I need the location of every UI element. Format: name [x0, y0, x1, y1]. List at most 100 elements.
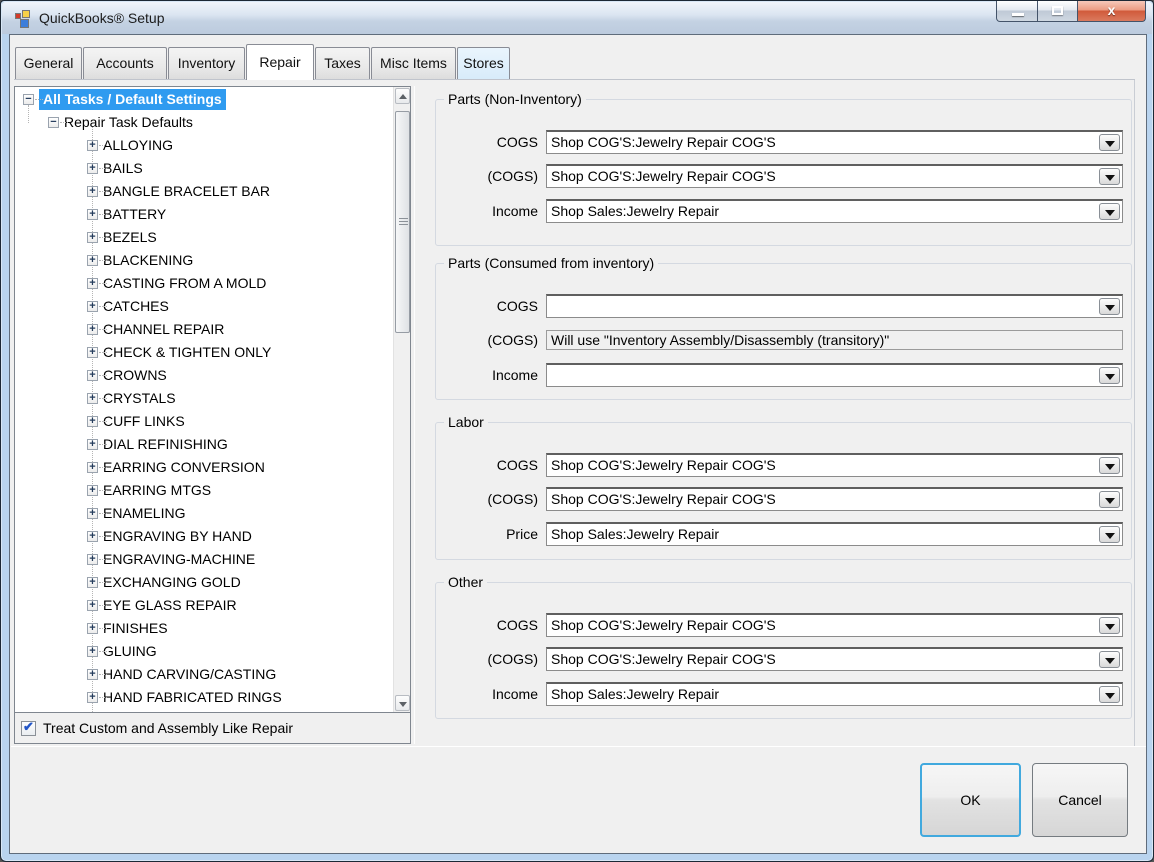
- check-icon: ✔: [23, 719, 34, 735]
- other-cogs-combobox[interactable]: Shop COG'S:Jewelry Repair COG'S: [546, 613, 1123, 637]
- scrollbar-thumb[interactable]: [395, 111, 410, 333]
- parts-consumed-from-inventory-income-combobox[interactable]: [546, 363, 1123, 387]
- expand-icon[interactable]: +: [87, 669, 98, 680]
- tab-taxes[interactable]: Taxes: [315, 47, 370, 80]
- tree-item-earring-mtgs[interactable]: + EARRING MTGS: [15, 479, 410, 502]
- dropdown-button[interactable]: [1099, 686, 1120, 703]
- tree-item-bails[interactable]: +BAILS: [15, 157, 410, 180]
- dropdown-button[interactable]: [1099, 617, 1120, 634]
- tree-item-exchanging-gold[interactable]: +EXCHANGING GOLD: [15, 571, 410, 594]
- tree-item-crystals[interactable]: +CRYSTALS: [15, 387, 410, 410]
- tree-scrollbar[interactable]: [393, 87, 410, 712]
- expand-icon[interactable]: +: [87, 393, 98, 404]
- expand-icon[interactable]: +: [87, 600, 98, 611]
- expand-icon[interactable]: +: [87, 462, 98, 473]
- dropdown-button[interactable]: [1099, 298, 1120, 315]
- tree-item-alloying[interactable]: +ALLOYING: [15, 134, 410, 157]
- expand-icon[interactable]: +: [87, 485, 98, 496]
- tree-item-crowns[interactable]: +CROWNS: [15, 364, 410, 387]
- expand-icon[interactable]: +: [87, 301, 98, 312]
- tree-item-label: EARRING MTGS: [103, 479, 211, 502]
- tree-item-casting-from-a-mold[interactable]: +CASTING FROM A MOLD: [15, 272, 410, 295]
- tree-item-hand-fabricated-rings[interactable]: +HAND FABRICATED RINGS: [15, 686, 410, 709]
- expand-icon[interactable]: +: [87, 324, 98, 335]
- expand-icon[interactable]: +: [87, 554, 98, 565]
- labor-cogs-combobox[interactable]: Shop COG'S:Jewelry Repair COG'S: [546, 487, 1123, 511]
- dropdown-button[interactable]: [1099, 134, 1120, 151]
- tree-item-blackening[interactable]: +BLACKENING: [15, 249, 410, 272]
- expand-icon[interactable]: +: [87, 508, 98, 519]
- other-cogs-combobox[interactable]: Shop COG'S:Jewelry Repair COG'S: [546, 647, 1123, 671]
- dropdown-button[interactable]: [1099, 203, 1120, 220]
- tree-item-eye-glass-repair[interactable]: +EYE GLASS REPAIR: [15, 594, 410, 617]
- parts-consumed-from-inventory-cogs-combobox[interactable]: [546, 294, 1123, 318]
- treat-custom-checkbox[interactable]: ✔: [21, 721, 36, 736]
- ok-button[interactable]: OK: [920, 763, 1021, 837]
- expand-icon[interactable]: +: [87, 186, 98, 197]
- dropdown-button[interactable]: [1099, 526, 1120, 543]
- tree-item-battery[interactable]: + BATTERY: [15, 203, 410, 226]
- tab-misc-items[interactable]: Misc Items: [371, 47, 456, 80]
- labor-price-combobox[interactable]: Shop Sales:Jewelry Repair: [546, 522, 1123, 546]
- tree-item-bangle-bracelet-bar[interactable]: +BANGLE BRACELET BAR: [15, 180, 410, 203]
- tree-item-channel-repair[interactable]: +CHANNEL REPAIR: [15, 318, 410, 341]
- tree-item-engraving-machine[interactable]: +ENGRAVING-MACHINE: [15, 548, 410, 571]
- dropdown-button[interactable]: [1099, 367, 1120, 384]
- quickbooks-setup-window: QuickBooks® Setup x GeneralAccountsInven…: [0, 0, 1154, 862]
- expand-icon[interactable]: +: [87, 439, 98, 450]
- scroll-down-button[interactable]: [395, 695, 410, 711]
- tree-item-repair-task-defaults[interactable]: −Repair Task Defaults: [15, 111, 410, 134]
- tab-accounts[interactable]: Accounts: [83, 47, 167, 80]
- labor-cogs-combobox[interactable]: Shop COG'S:Jewelry Repair COG'S: [546, 453, 1123, 477]
- parts-non-inventory-income-combobox[interactable]: Shop Sales:Jewelry Repair: [546, 199, 1123, 223]
- expand-icon[interactable]: +: [87, 163, 98, 174]
- tree-item-bezels[interactable]: +BEZELS: [15, 226, 410, 249]
- expand-icon[interactable]: +: [87, 531, 98, 542]
- tree-item-label: DIAL REFINISHING: [103, 433, 228, 456]
- tree-item-finishes[interactable]: +FINISHES: [15, 617, 410, 640]
- expand-icon[interactable]: +: [87, 140, 98, 151]
- tree-item-enameling[interactable]: +ENAMELING: [15, 502, 410, 525]
- tree-item-label: BATTERY: [103, 203, 166, 226]
- expand-icon[interactable]: +: [87, 370, 98, 381]
- tree-item-catches[interactable]: +CATCHES: [15, 295, 410, 318]
- expand-icon[interactable]: +: [87, 255, 98, 266]
- dropdown-button[interactable]: [1099, 168, 1120, 185]
- expand-icon[interactable]: +: [87, 416, 98, 427]
- collapse-icon[interactable]: −: [48, 117, 59, 128]
- expand-icon[interactable]: +: [87, 278, 98, 289]
- other-income-combobox[interactable]: Shop Sales:Jewelry Repair: [546, 682, 1123, 706]
- task-tree[interactable]: −All Tasks / Default Settings−Repair Tas…: [15, 87, 410, 712]
- collapse-icon[interactable]: −: [23, 94, 34, 105]
- cancel-button[interactable]: Cancel: [1032, 763, 1128, 837]
- dropdown-button[interactable]: [1099, 651, 1120, 668]
- tree-item-dial-refinishing[interactable]: + DIAL REFINISHING: [15, 433, 410, 456]
- parts-non-inventory-cogs-combobox[interactable]: Shop COG'S:Jewelry Repair COG'S: [546, 164, 1123, 188]
- tree-item-earring-conversion[interactable]: +EARRING CONVERSION: [15, 456, 410, 479]
- tree-item-engraving-by-hand[interactable]: +ENGRAVING BY HAND: [15, 525, 410, 548]
- tree-item-check-tighten-only[interactable]: +CHECK & TIGHTEN ONLY: [15, 341, 410, 364]
- tab-general[interactable]: General: [15, 47, 82, 80]
- tab-stores[interactable]: Stores: [457, 47, 510, 80]
- expand-icon[interactable]: +: [87, 692, 98, 703]
- scroll-up-button[interactable]: [395, 88, 410, 104]
- chevron-down-icon: [1105, 175, 1115, 181]
- expand-icon[interactable]: +: [87, 209, 98, 220]
- expand-icon[interactable]: +: [87, 232, 98, 243]
- dropdown-button[interactable]: [1099, 457, 1120, 474]
- expand-icon[interactable]: +: [87, 347, 98, 358]
- parts-consumed-from-inventory-row-cogs: (COGS)Will use "Inventory Assembly/Disas…: [436, 328, 1131, 352]
- treat-custom-checkbox-row: ✔ Treat Custom and Assembly Like Repair: [15, 712, 410, 743]
- parts-non-inventory-cogs-combobox[interactable]: Shop COG'S:Jewelry Repair COG'S: [546, 130, 1123, 154]
- expand-icon[interactable]: +: [87, 577, 98, 588]
- tab-inventory[interactable]: Inventory: [168, 47, 245, 80]
- tree-item-hand-carving-casting[interactable]: +HAND CARVING/CASTING: [15, 663, 410, 686]
- expand-icon[interactable]: +: [87, 623, 98, 634]
- pane-separator: [414, 86, 415, 744]
- tree-item-cuff-links[interactable]: +CUFF LINKS: [15, 410, 410, 433]
- tree-item-gluing[interactable]: +GLUING: [15, 640, 410, 663]
- tab-repair[interactable]: Repair: [246, 44, 314, 80]
- expand-icon[interactable]: +: [87, 646, 98, 657]
- dropdown-button[interactable]: [1099, 491, 1120, 508]
- tree-item-all-tasks-default-settings[interactable]: −All Tasks / Default Settings: [15, 88, 410, 111]
